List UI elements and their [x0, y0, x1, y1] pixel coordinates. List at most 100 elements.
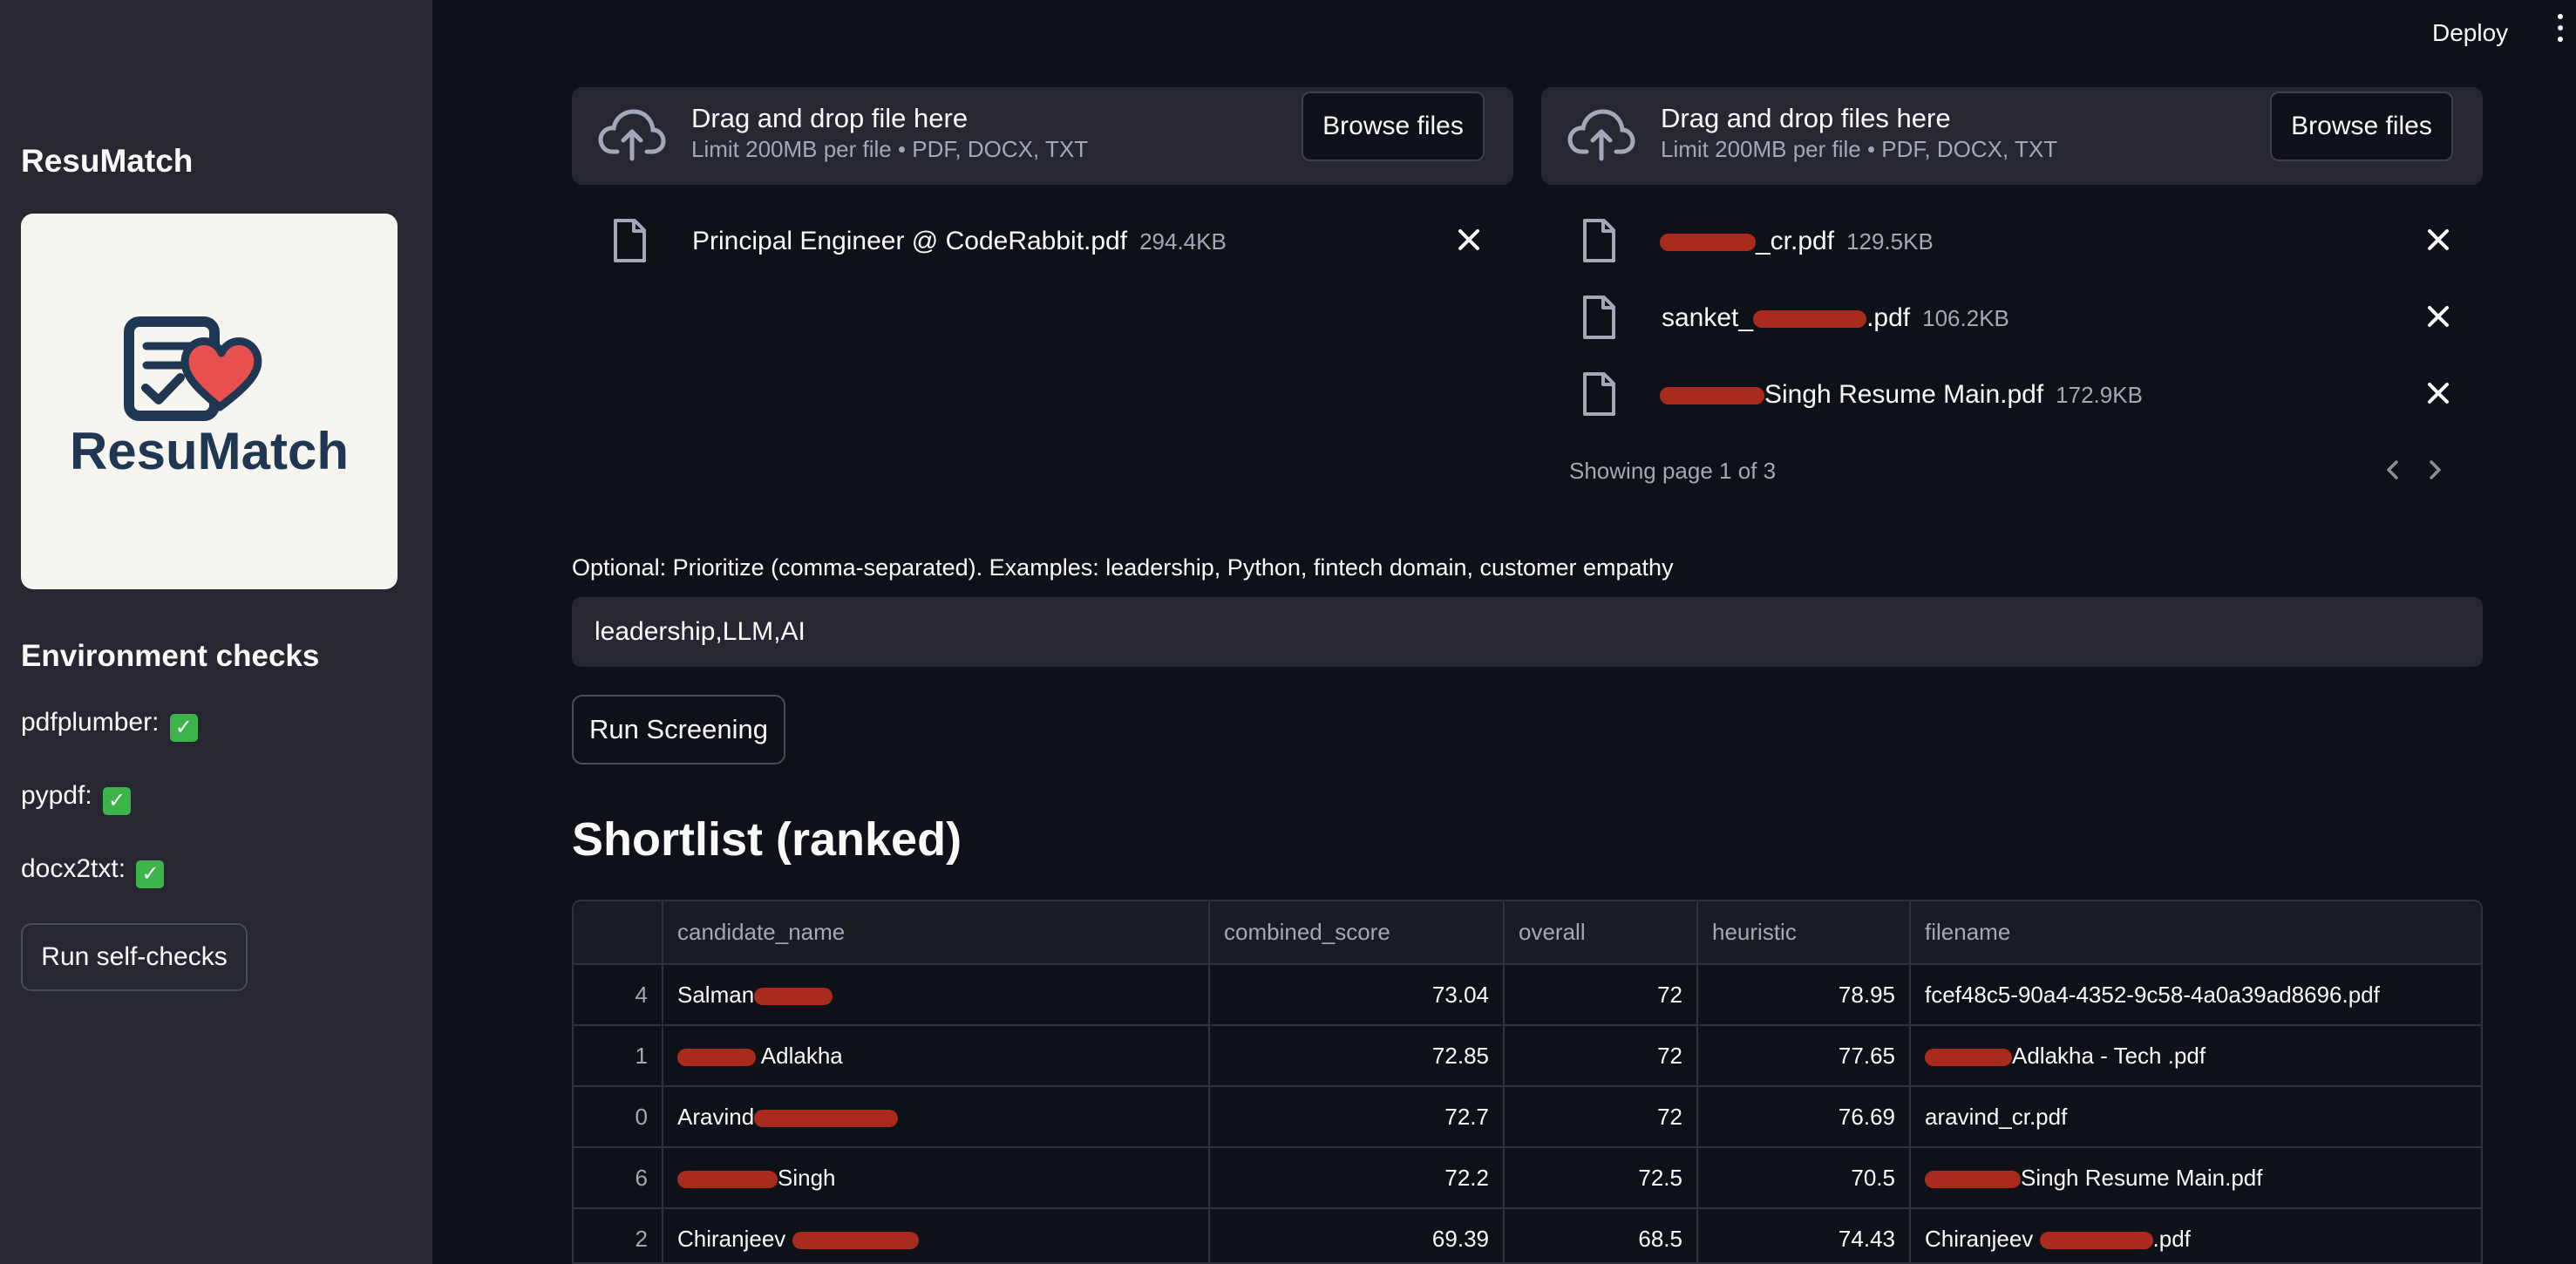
check-label: docx2txt:: [21, 854, 126, 883]
file-name-prefix: sanket_: [1662, 303, 1754, 332]
jd-dropzone[interactable]: Drag and drop file here Limit 200MB per …: [572, 87, 1513, 185]
overall-cell: 72.5: [1504, 1147, 1698, 1209]
row-index: 6: [574, 1147, 663, 1209]
redaction-mark: [1660, 387, 1764, 405]
table-row[interactable]: 2 Chiranjeev 69.39 68.5 74.43 Chiranjeev…: [574, 1208, 2481, 1262]
candidate-name-cell: Singh: [663, 1147, 1210, 1209]
dropzone-limit: Limit 200MB per file • PDF, DOCX, TXT: [691, 136, 1089, 162]
file-icon: [614, 219, 646, 262]
close-icon[interactable]: [2423, 302, 2453, 331]
filename-cell: Chiranjeev .pdf: [1910, 1208, 2481, 1262]
row-index: 4: [574, 964, 663, 1026]
table-row[interactable]: 4 Salman 73.04 72 78.95 fcef48c5-90a4-43…: [574, 964, 2481, 1026]
check-label: pdfplumber:: [21, 708, 160, 737]
redaction-mark: [677, 1048, 756, 1066]
uploaded-file: Singh Resume Main.pdf 172.9KB: [1581, 371, 2462, 424]
close-icon[interactable]: [2423, 378, 2453, 408]
prioritize-label: Optional: Prioritize (comma-separated). …: [572, 554, 1674, 581]
column-header-overall[interactable]: overall: [1504, 901, 1698, 965]
combined-score-cell: 73.04: [1209, 964, 1505, 1026]
overall-cell: 72: [1504, 1025, 1698, 1087]
file-size: 294.4KB: [1139, 228, 1227, 255]
uploaded-file: Principal Engineer @ CodeRabbit.pdf 294.4…: [612, 218, 1492, 270]
heuristic-cell: 76.69: [1697, 1086, 1911, 1148]
run-screening-button[interactable]: Run Screening: [572, 695, 785, 765]
uploaded-file: sanket_ .pdf 106.2KB: [1581, 295, 2462, 347]
check-label: pypdf:: [21, 781, 92, 810]
table-row[interactable]: 6 Singh 72.2 72.5 70.5 Singh Resume Main…: [574, 1147, 2481, 1209]
redaction-mark: [677, 1170, 778, 1188]
filename-cell: Adlakha - Tech .pdf: [1910, 1025, 2481, 1087]
filename-cell: fcef48c5-90a4-4352-9c58-4a0a39ad8696.pdf: [1910, 964, 2481, 1026]
file-icon: [1583, 219, 1615, 262]
redaction-mark: [1925, 1048, 2012, 1066]
column-header-heuristic[interactable]: heuristic: [1697, 901, 1911, 965]
file-icon: [1583, 296, 1615, 339]
sidebar: ResuMatch ResuMatch Environment checks p…: [0, 0, 432, 1264]
dropzone-title: Drag and drop files here: [1661, 103, 1951, 133]
file-name: Principal Engineer @ CodeRabbit.pdf: [692, 227, 1128, 255]
table-row[interactable]: 0 Aravind 72.7 72 76.69 aravind_cr.pdf: [574, 1086, 2481, 1148]
resume-dropzone[interactable]: Drag and drop files here Limit 200MB per…: [1541, 87, 2483, 185]
combined-score-cell: 72.2: [1209, 1147, 1505, 1209]
check-docx2txt: docx2txt: ✓: [21, 854, 165, 888]
combined-score-cell: 69.39: [1209, 1208, 1505, 1262]
dropzone-limit: Limit 200MB per file • PDF, DOCX, TXT: [1661, 136, 2058, 162]
heuristic-cell: 78.95: [1697, 964, 1911, 1026]
redaction-mark: [754, 987, 833, 1005]
upload-cloud-icon: [1567, 109, 1635, 161]
deploy-button[interactable]: Deploy: [2432, 19, 2508, 47]
heuristic-cell: 70.5: [1697, 1147, 1911, 1209]
redaction-mark: [1925, 1170, 2021, 1188]
overall-cell: 72: [1504, 964, 1698, 1026]
column-header-combined-score[interactable]: combined_score: [1209, 901, 1505, 965]
heuristic-cell: 74.43: [1697, 1208, 1911, 1262]
chevron-left-icon[interactable]: [2380, 457, 2406, 483]
app-title: ResuMatch: [21, 143, 194, 179]
row-index: 2: [574, 1208, 663, 1262]
file-name: _cr.pdf: [1756, 227, 1835, 255]
file-name: .pdf: [1866, 303, 1911, 332]
column-header-index[interactable]: [574, 901, 663, 965]
file-size: 172.9KB: [2056, 382, 2143, 408]
combined-score-cell: 72.7: [1209, 1086, 1505, 1148]
chevron-right-icon[interactable]: [2422, 457, 2448, 483]
logo: ResuMatch: [21, 214, 398, 589]
row-index: 0: [574, 1086, 663, 1148]
check-mark-icon: ✓: [169, 714, 198, 742]
shortlist-table[interactable]: candidate_name combined_score overall he…: [572, 900, 2483, 1264]
browse-files-button[interactable]: Browse files: [1302, 92, 1485, 161]
redaction-mark: [792, 1231, 919, 1249]
close-icon[interactable]: [2423, 225, 2453, 255]
run-self-checks-button[interactable]: Run self-checks: [21, 923, 248, 991]
check-mark-icon: ✓: [103, 787, 132, 815]
redaction-mark: [1660, 234, 1756, 252]
candidate-name-cell: Chiranjeev: [663, 1208, 1210, 1262]
file-icon: [1583, 372, 1615, 416]
browse-files-button[interactable]: Browse files: [2270, 92, 2453, 161]
resume-heart-icon: [124, 316, 262, 421]
check-mark-icon: ✓: [136, 860, 165, 888]
candidate-name-cell: Adlakha: [663, 1025, 1210, 1087]
uploaded-file: _cr.pdf 129.5KB: [1581, 218, 2462, 270]
heuristic-cell: 77.65: [1697, 1025, 1911, 1087]
redaction-mark: [1753, 310, 1867, 329]
column-header-filename[interactable]: filename: [1910, 901, 2481, 965]
upload-cloud-icon: [598, 109, 666, 161]
file-name: Singh Resume Main.pdf: [1764, 380, 2044, 409]
row-index: 1: [574, 1025, 663, 1087]
column-header-candidate-name[interactable]: candidate_name: [663, 901, 1210, 965]
close-icon[interactable]: [1454, 225, 1484, 255]
redaction-mark: [2039, 1231, 2153, 1249]
main-menu-icon[interactable]: [2554, 14, 2566, 48]
overall-cell: 72: [1504, 1086, 1698, 1148]
table-row[interactable]: 1 Adlakha 72.85 72 77.65 Adlakha - Tech …: [574, 1025, 2481, 1087]
redaction-mark: [754, 1109, 899, 1127]
table-header-row: candidate_name combined_score overall he…: [574, 901, 2481, 965]
combined-score-cell: 72.85: [1209, 1025, 1505, 1087]
candidate-name-cell: Salman: [663, 964, 1210, 1026]
file-size: 106.2KB: [1922, 305, 2009, 331]
prioritize-input[interactable]: [572, 597, 2483, 667]
overall-cell: 68.5: [1504, 1208, 1698, 1262]
pagination-status: Showing page 1 of 3: [1569, 458, 1777, 484]
